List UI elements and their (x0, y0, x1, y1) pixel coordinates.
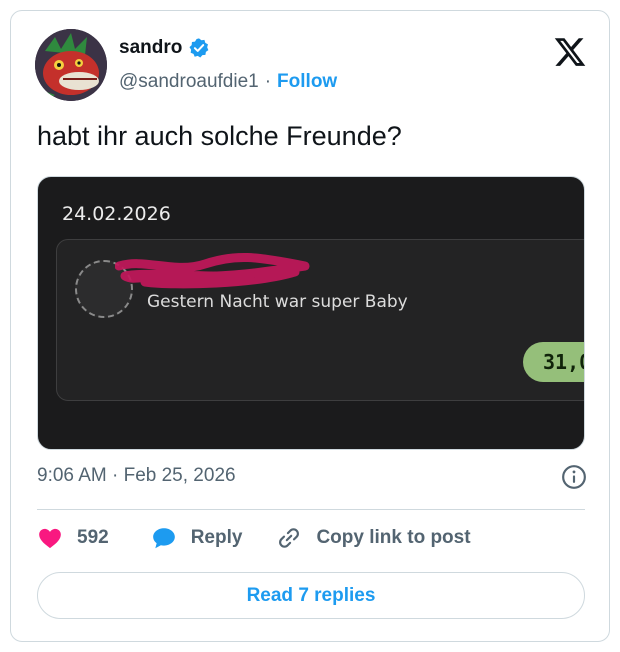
handle-separator: · (264, 71, 272, 92)
author-name-row: sandro (119, 37, 210, 59)
tweet-text: habt ihr auch solche Freunde? (37, 121, 402, 151)
author-display-name[interactable]: sandro (119, 37, 182, 59)
redaction-scribble (115, 252, 310, 289)
author-handle-row: @sandroaufdie1 · Follow (119, 71, 337, 93)
action-bar: 592 Reply Copy link to post (37, 523, 471, 553)
read-replies-button[interactable]: Read 7 replies (37, 572, 585, 619)
author-avatar[interactable] (35, 29, 107, 101)
link-icon (279, 528, 300, 548)
follow-button[interactable]: Follow (277, 71, 337, 93)
author-handle[interactable]: @sandroaufdie1 (119, 71, 259, 93)
copy-link-button[interactable]: Copy link to post (276, 525, 471, 551)
reply-button[interactable]: Reply (151, 525, 243, 551)
divider (37, 509, 585, 510)
message-preview: Gestern Nacht war super Baby 31,0 (56, 239, 584, 401)
dragon-avatar-icon (35, 29, 107, 101)
verified-badge-icon (189, 38, 209, 58)
message-text: Gestern Nacht war super Baby (147, 292, 408, 312)
like-count: 592 (77, 527, 109, 548)
tweet-card: sandro @sandroaufdie1 · Follow habt ihr … (10, 10, 610, 642)
heart-icon (39, 528, 61, 549)
copy-link-label: Copy link to post (316, 527, 471, 548)
like-button[interactable]: 592 (37, 525, 109, 551)
media-date: 24.02.2026 (62, 203, 171, 225)
speech-bubble-icon (152, 528, 175, 549)
info-icon[interactable] (561, 464, 587, 490)
tweet-timestamp[interactable]: 9:06 AM · Feb 25, 2026 (37, 465, 236, 487)
x-logo-icon[interactable] (553, 35, 587, 69)
tweet-media-image[interactable]: 24.02.2026 Gestern Nacht war super Baby … (37, 176, 585, 450)
reply-label: Reply (190, 527, 243, 548)
amount-pill: 31,0 (523, 342, 584, 382)
